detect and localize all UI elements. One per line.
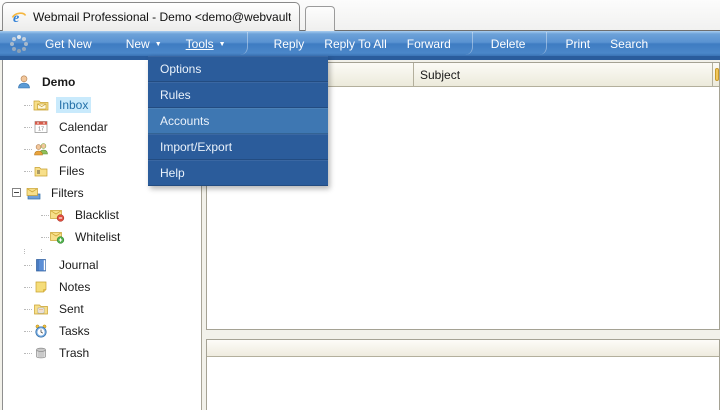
blacklist-icon: [49, 207, 65, 223]
preview-pane-body[interactable]: [207, 357, 719, 410]
sort-indicator-icon: [715, 68, 719, 81]
get-new-button[interactable]: Get New: [35, 31, 102, 56]
svg-text:17: 17: [38, 127, 44, 133]
whitelist-icon: [49, 229, 65, 245]
sidebar-item-sent[interactable]: Sent: [3, 298, 201, 320]
toolbar-separator: [240, 32, 248, 55]
sidebar-item-blacklist[interactable]: Blacklist: [3, 204, 201, 226]
sidebar-item-journal[interactable]: Journal: [3, 254, 201, 276]
preview-pane-header: [207, 340, 719, 357]
tab-title: Webmail Professional - Demo <demo@webvau…: [33, 10, 291, 24]
menu-item-help[interactable]: Help: [148, 160, 328, 186]
files-folder-icon: [33, 163, 49, 179]
tools-dropdown-menu: Options Rules Accounts Import/Export Hel…: [148, 56, 328, 186]
sidebar-item-tasks[interactable]: Tasks: [3, 320, 201, 342]
toolbar-separator: [465, 32, 473, 55]
collapse-expander-icon[interactable]: [12, 188, 21, 197]
preview-pane: [206, 339, 720, 410]
filters-icon: [25, 185, 41, 201]
person-icon: [16, 74, 32, 90]
inbox-folder-icon: [33, 97, 49, 113]
browser-tab[interactable]: e Webmail Professional - Demo <demo@webv…: [2, 2, 300, 31]
main-toolbar: Get New New ▼ Tools ▼ Reply Reply To All…: [0, 31, 720, 56]
chevron-down-icon: ▼: [155, 39, 162, 48]
delete-button[interactable]: Delete: [481, 31, 536, 56]
reply-to-all-button[interactable]: Reply To All: [314, 31, 396, 56]
menu-item-accounts[interactable]: Accounts: [148, 108, 328, 134]
trash-icon: [33, 345, 49, 361]
search-button[interactable]: Search: [600, 31, 658, 56]
sent-folder-icon: [33, 301, 49, 317]
menu-item-options[interactable]: Options: [148, 56, 328, 82]
sidebar-item-notes[interactable]: Notes: [3, 276, 201, 298]
column-header-subject[interactable]: Subject: [414, 63, 713, 86]
browser-tab-strip: e Webmail Professional - Demo <demo@webv…: [0, 0, 720, 31]
tools-button[interactable]: Tools ▼: [176, 31, 236, 56]
toolbar-separator: [539, 32, 547, 55]
column-header-edge[interactable]: [713, 63, 719, 86]
sidebar-item-trash[interactable]: Trash: [3, 342, 201, 364]
menu-item-rules[interactable]: Rules: [148, 82, 328, 108]
reply-button[interactable]: Reply: [264, 31, 315, 56]
tasks-clock-icon: [33, 323, 49, 339]
refresh-spinner-icon: [9, 34, 29, 54]
calendar-icon: 17: [33, 119, 49, 135]
forward-button[interactable]: Forward: [397, 31, 461, 56]
notes-icon: [33, 279, 49, 295]
print-button[interactable]: Print: [555, 31, 600, 56]
chevron-down-icon: ▼: [219, 39, 226, 48]
internet-explorer-icon: e: [11, 9, 27, 25]
new-tab-stub[interactable]: [305, 6, 335, 31]
new-button[interactable]: New ▼: [116, 31, 172, 56]
sidebar-item-whitelist[interactable]: Whitelist: [3, 226, 201, 248]
menu-item-import-export[interactable]: Import/Export: [148, 134, 328, 160]
contacts-icon: [33, 141, 49, 157]
journal-icon: [33, 257, 49, 273]
